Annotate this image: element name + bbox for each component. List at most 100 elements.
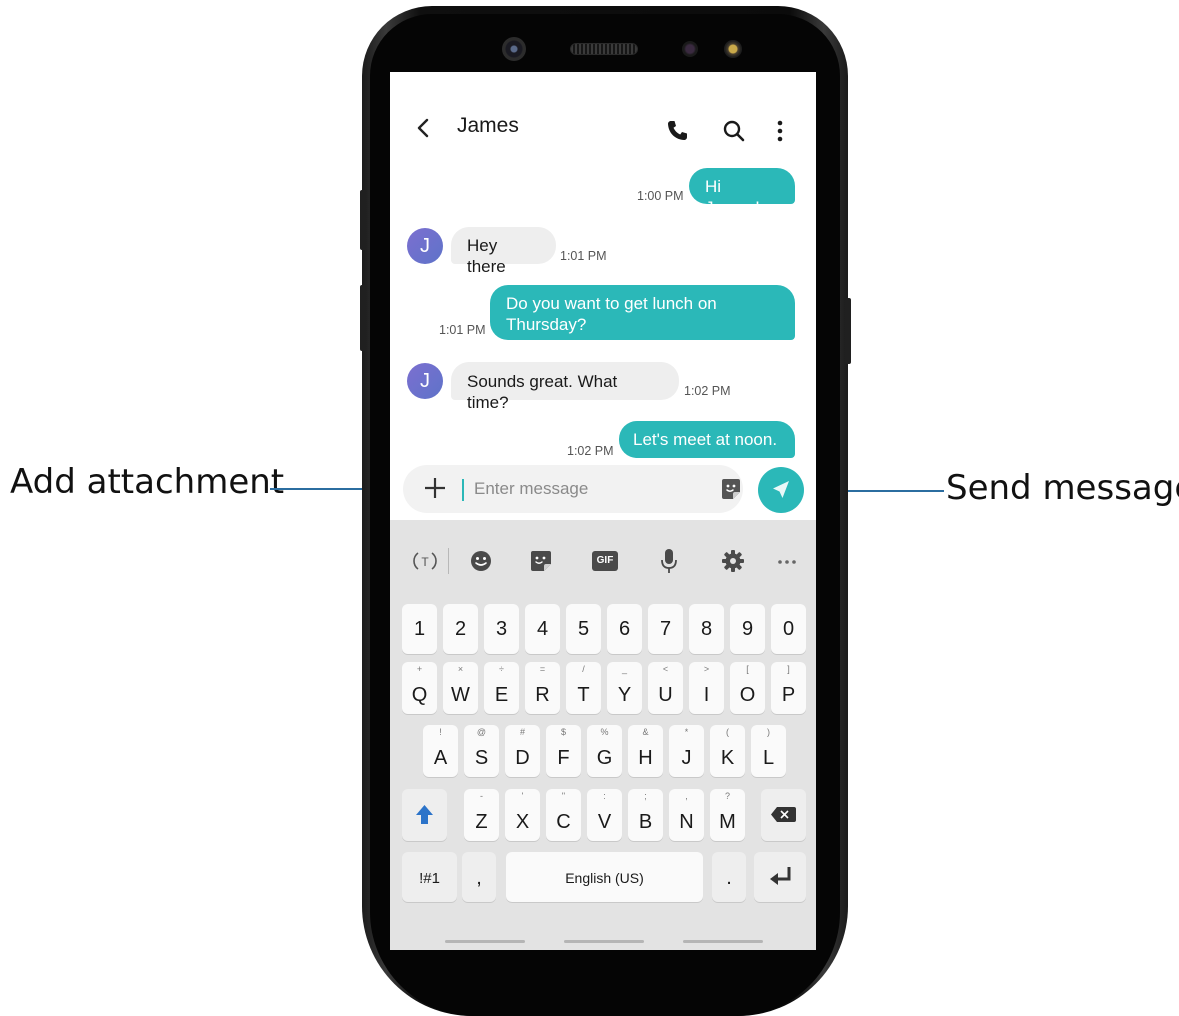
earpiece-speaker	[570, 43, 638, 55]
key-label: H	[638, 747, 653, 769]
key-hint-label: $	[560, 727, 566, 737]
key-label: 1	[413, 618, 426, 640]
received-message-bubble[interactable]: Hey there	[451, 227, 556, 276]
number-key[interactable]: 8	[689, 604, 724, 654]
key-label: 6	[618, 618, 631, 640]
toolbar-divider	[448, 548, 449, 574]
enter-key[interactable]	[754, 852, 806, 902]
key-hint-label: <	[662, 664, 669, 674]
shift-arrow-icon	[416, 805, 433, 824]
back-arrow-icon[interactable]	[414, 118, 434, 138]
period-key[interactable]: .	[712, 852, 746, 902]
emoji-icon[interactable]	[466, 546, 496, 576]
key-hint-label: :	[603, 791, 606, 801]
number-key[interactable]: 3	[484, 604, 519, 654]
number-key[interactable]: 5	[566, 604, 601, 654]
letter-key[interactable]: ] P	[771, 662, 806, 714]
key-label: A	[433, 747, 448, 769]
symbols-key-label: !#1	[419, 870, 440, 887]
message-input[interactable]: Enter message	[474, 479, 588, 499]
number-key[interactable]: 0	[771, 604, 806, 654]
letter-key[interactable]: _ Y	[607, 662, 642, 714]
letter-key[interactable]: < U	[648, 662, 683, 714]
letter-key[interactable]: * J	[669, 725, 704, 777]
message-text: Hi James!	[705, 177, 760, 217]
letter-key[interactable]: & H	[628, 725, 663, 777]
period-key-label: .	[726, 867, 732, 889]
number-key[interactable]: 6	[607, 604, 642, 654]
key-label: 2	[454, 618, 467, 640]
key-label: Z	[475, 811, 488, 833]
letter-key[interactable]: (K	[710, 725, 745, 777]
add-attachment-icon[interactable]	[421, 474, 449, 502]
search-icon[interactable]	[721, 118, 747, 144]
key-hint-label: ]	[787, 664, 790, 674]
key-label: R	[535, 684, 550, 706]
shift-key[interactable]	[402, 789, 447, 841]
bixby-button	[360, 285, 366, 351]
key-label: 4	[536, 618, 549, 640]
power-button	[845, 298, 851, 364]
more-icon[interactable]	[772, 546, 802, 576]
number-key[interactable]: 7	[648, 604, 683, 654]
settings-icon[interactable]	[718, 546, 748, 576]
letter-key[interactable]: [O	[730, 662, 765, 714]
key-label: T	[577, 684, 590, 706]
phone-call-icon[interactable]	[664, 118, 690, 144]
volume-button	[360, 190, 366, 250]
sticker-icon[interactable]	[526, 546, 556, 576]
letter-key[interactable]: = R	[525, 662, 560, 714]
key-hint-label: )	[767, 727, 770, 737]
key-hint-label: %	[600, 727, 609, 737]
key-label: O	[739, 684, 756, 706]
letter-key[interactable]: > I	[689, 662, 724, 714]
letter-key[interactable]: % G	[587, 725, 622, 777]
contact-avatar[interactable]: J	[407, 363, 443, 399]
contact-avatar[interactable]: J	[407, 228, 443, 264]
key-label: J	[681, 747, 692, 769]
space-bar[interactable]: English (US)	[506, 852, 703, 902]
letter-key[interactable]: × W	[443, 662, 478, 714]
sent-message-bubble[interactable]: Do you want to get lunch on Thursday?	[490, 285, 795, 340]
key-label: M	[719, 811, 736, 833]
letter-key[interactable]: / T	[566, 662, 601, 714]
letter-key[interactable]: + Q	[402, 662, 437, 714]
sent-message-bubble[interactable]: Let's meet at noon.	[619, 421, 795, 458]
backspace-key[interactable]	[761, 789, 806, 841]
letter-key[interactable]: ) L	[751, 725, 786, 777]
key-hint-label: /	[582, 664, 585, 674]
key-label: E	[494, 684, 509, 706]
letter-key[interactable]: ? M	[710, 789, 745, 841]
key-hint-label: *	[684, 727, 689, 737]
sticker-icon[interactable]	[719, 477, 743, 501]
letter-key[interactable]: $ F	[546, 725, 581, 777]
key-label: D	[515, 747, 530, 769]
number-key[interactable]: 1	[402, 604, 437, 654]
letter-key[interactable]: :V	[587, 789, 622, 841]
letter-key[interactable]: " C	[546, 789, 581, 841]
letter-key[interactable]: ,N	[669, 789, 704, 841]
letter-key[interactable]: -Z	[464, 789, 499, 841]
received-message-bubble[interactable]: Sounds great. What time?	[451, 362, 679, 412]
key-label: X	[515, 811, 530, 833]
letter-key[interactable]: ! A	[423, 725, 458, 777]
keyboard: T GIF 1 2 3 4 5 6 7 8 9 0 + Q × W ÷ E = …	[390, 520, 816, 950]
number-key[interactable]: 2	[443, 604, 478, 654]
text-recognition-icon[interactable]: T	[410, 546, 440, 576]
letter-key[interactable]: ; B	[628, 789, 663, 841]
comma-key[interactable]: ,	[462, 852, 496, 902]
gif-icon[interactable]: GIF	[590, 548, 620, 574]
number-key[interactable]: 4	[525, 604, 560, 654]
letter-key[interactable]: ' X	[505, 789, 540, 841]
number-key[interactable]: 9	[730, 604, 765, 654]
symbols-key[interactable]: !#1	[402, 852, 457, 902]
microphone-icon[interactable]	[654, 546, 684, 576]
letter-key[interactable]: ÷ E	[484, 662, 519, 714]
more-options-icon[interactable]	[767, 118, 793, 144]
sent-message-bubble[interactable]: Hi James!	[689, 168, 795, 217]
letter-key[interactable]: # D	[505, 725, 540, 777]
send-message-button[interactable]	[758, 467, 804, 513]
letter-key[interactable]: @ S	[464, 725, 499, 777]
key-label: 8	[700, 618, 713, 640]
key-hint-label: -	[480, 791, 483, 801]
